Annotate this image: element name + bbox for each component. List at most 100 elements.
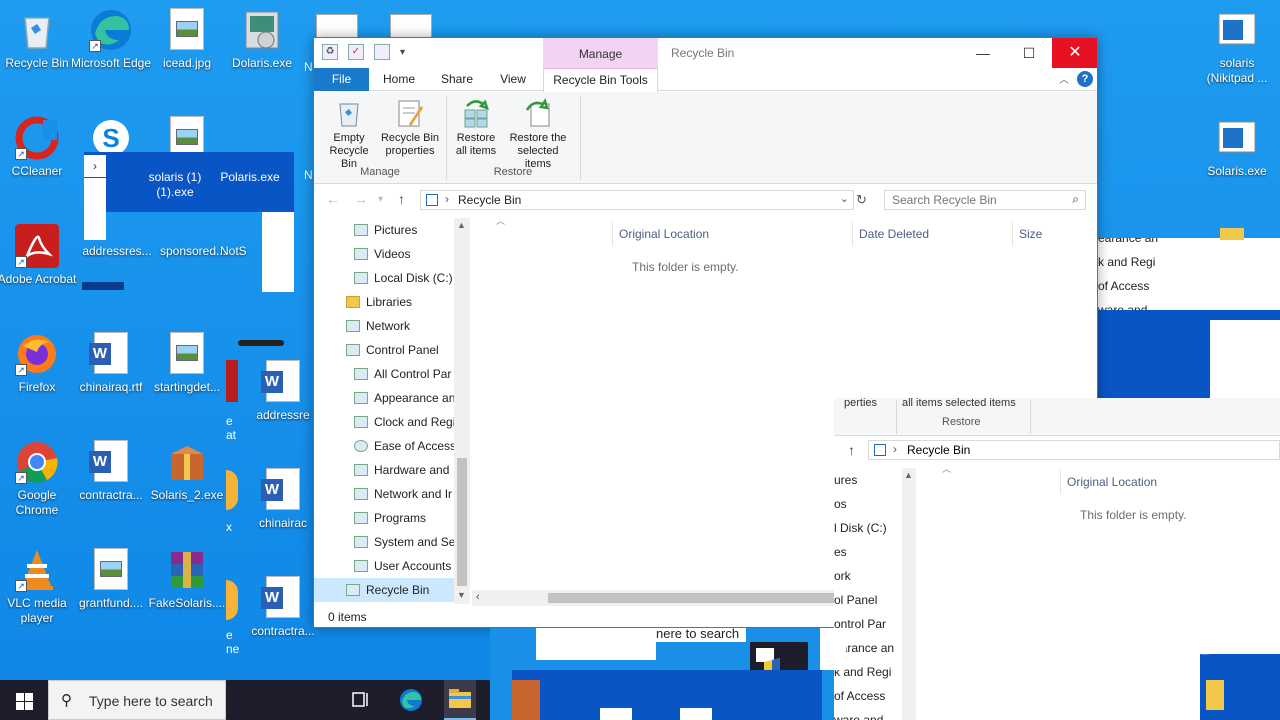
acrobat-icon: ↗ [15, 224, 59, 268]
start-button[interactable] [0, 680, 48, 720]
chevron-up-icon[interactable]: ▲ [457, 220, 466, 230]
desktop-icon-fakesolaris[interactable]: FakeSolaris.... [146, 548, 228, 611]
nav-item-local-disk[interactable]: Local Disk (C:) [314, 266, 454, 290]
desktop-icon-dolaris[interactable]: Dolaris.exe [221, 8, 303, 71]
nav-item-user-accounts[interactable]: User Accounts [314, 554, 454, 578]
recycle-bin-small-icon [426, 194, 438, 206]
nav-item-programs[interactable]: Programs [314, 506, 454, 530]
sort-caret-icon: ︿ [942, 464, 952, 474]
printer-icon [354, 464, 368, 476]
restore-all-items-button[interactable]: Restore all items [450, 98, 502, 158]
desktop-icon-solaris-1-1[interactable]: solaris (1) (1).exe [133, 170, 217, 200]
desktop-fragment: e [226, 414, 233, 428]
nav-item-control-panel[interactable]: Control Panel [314, 338, 454, 362]
recycle-bin-properties-button[interactable]: Recycle Bin properties [380, 98, 440, 158]
desktop-icon-startingdet[interactable]: startingdet... [146, 332, 228, 395]
empty-recycle-bin-button[interactable]: Empty Recycle Bin [320, 98, 378, 171]
desktop-icon-firefox[interactable]: ↗ Firefox [0, 332, 78, 395]
chevron-down-icon[interactable]: ▼ [457, 590, 466, 600]
glitch-block [84, 178, 106, 240]
restore-selected-items-button[interactable]: Restore the selected items [504, 98, 572, 171]
desktop-icon-addressre[interactable]: W addressre [242, 360, 324, 423]
desktop-icon-microsoft-edge[interactable]: ↗ Microsoft Edge [70, 8, 152, 71]
nav-item-pictures[interactable]: Pictures [314, 218, 454, 242]
nav-item-appearance[interactable]: Appearance an [314, 386, 454, 410]
scrollbar-thumb[interactable] [548, 593, 846, 603]
glitch-bar [82, 282, 124, 290]
nav-item-network-internet[interactable]: Network and Ir [314, 482, 454, 506]
clock-icon [354, 416, 368, 428]
desktop-icon-addressres[interactable]: addressres... [76, 244, 158, 259]
desktop-icon-icead[interactable]: icead.jpg [146, 8, 228, 71]
desktop-icon-google-chrome[interactable]: ↗ Google Chrome [0, 440, 78, 518]
chevron-left-icon[interactable]: ‹ [476, 591, 480, 603]
back-arrow-icon[interactable]: ← [326, 191, 340, 207]
glitch-block [820, 628, 846, 670]
tab-manage-context[interactable]: Manage [543, 38, 658, 70]
tab-file[interactable]: File [314, 68, 369, 91]
desktop-icon-chinairac[interactable]: W chinairac [242, 468, 324, 531]
edge-taskbar-icon[interactable] [398, 688, 424, 712]
desktop-icon-grantfund[interactable]: grantfund.... [70, 548, 152, 611]
nav-item-all-control-panel[interactable]: All Control Par [314, 362, 454, 386]
minimize-button[interactable]: — [960, 38, 1006, 68]
desktop-icon-contractra-2[interactable]: W contractra... [242, 576, 324, 639]
tab-share[interactable]: Share [434, 68, 480, 91]
desktop-icon-contractra[interactable]: W contractra... [70, 440, 152, 503]
column-date-deleted[interactable]: Date Deleted [852, 222, 1012, 246]
control-panel-icon [346, 344, 360, 356]
quick-access-toolbar: ♻ ✓ ▾ [322, 44, 405, 60]
help-icon[interactable]: ? [1077, 71, 1093, 87]
maximize-button[interactable]: ☐ [1006, 38, 1052, 68]
new-folder-icon[interactable] [374, 44, 390, 60]
nav-item-recycle-bin[interactable]: Recycle Bin [314, 578, 454, 602]
desktop-icon-recycle-bin[interactable]: Recycle Bin [0, 8, 78, 71]
desktop-icon-solaris-2[interactable]: Solaris_2.exe [146, 440, 228, 503]
skype-icon-ghost [96, 120, 138, 162]
search-input[interactable] [885, 191, 1065, 209]
desktop-icon-solaris[interactable]: Solaris.exe [1196, 116, 1278, 179]
address-box[interactable]: › Recycle Bin ⌄ [420, 190, 854, 210]
tab-recycle-bin-tools[interactable]: Recycle Bin Tools [543, 68, 658, 92]
column-size[interactable]: Size [1012, 222, 1092, 246]
nav-item-libraries[interactable]: Libraries [314, 290, 454, 314]
desktop-icon-solaris-nikitpad[interactable]: solaris (Nikitpad ... [1196, 8, 1278, 86]
tab-home[interactable]: Home [376, 68, 422, 91]
taskbar-search-box[interactable]: ⚲ Type here to search [48, 680, 226, 720]
horizontal-scrollbar[interactable]: ‹ [472, 590, 852, 606]
desktop-icon-polaris[interactable]: Polaris.exe [209, 170, 291, 185]
nav-item-hardware[interactable]: Hardware and [314, 458, 454, 482]
desktop-icon-ccleaner[interactable]: ↗ CCleaner [0, 116, 78, 179]
properties-check-icon[interactable]: ✓ [348, 44, 364, 60]
chevron-down-icon[interactable]: ▾ [400, 47, 405, 58]
nav-scrollbar[interactable]: ▲ ▼ [454, 218, 470, 604]
refresh-icon[interactable]: ↻ [856, 192, 867, 208]
nav-item-clock-region[interactable]: Clock and Regi [314, 410, 454, 434]
desktop-icon-adobe-acrobat[interactable]: ↗ Adobe Acrobat [0, 224, 78, 287]
nav-item-ease-of-access[interactable]: Ease of Access [314, 434, 454, 458]
file-explorer-taskbar-button[interactable] [444, 680, 476, 720]
close-button[interactable]: ✕ [1052, 38, 1097, 68]
up-arrow-icon[interactable]: ↑ [398, 191, 405, 207]
image-file-icon [170, 8, 204, 50]
ghost-taskbar-search-fragment: nere to search [656, 628, 746, 642]
glitch-bar [238, 340, 284, 346]
collapse-ribbon-icon[interactable]: ︿ [1059, 71, 1069, 86]
nav-item-system-security[interactable]: System and Sec [314, 530, 454, 554]
column-original-location[interactable]: Original Location [612, 222, 852, 246]
restore-selected-icon [523, 98, 553, 128]
task-view-icon[interactable] [348, 688, 374, 712]
search-box[interactable]: ⌕ [884, 190, 1086, 210]
scrollbar-thumb[interactable] [457, 458, 467, 586]
nav-item-network[interactable]: Network [314, 314, 454, 338]
folder-icon [1220, 228, 1244, 240]
address-bar-row: ← → ▾ ↑ › Recycle Bin ⌄ ↻ ⌕ [314, 188, 1097, 212]
tab-view[interactable]: View [490, 68, 536, 91]
desktop-icon-chinairaq[interactable]: W chinairaq.rtf [70, 332, 152, 395]
forward-arrow-icon[interactable]: → [354, 191, 368, 207]
nav-item-videos[interactable]: Videos [314, 242, 454, 266]
desktop-icon-vlc[interactable]: ↗ VLC media player [0, 548, 78, 626]
recent-locations-icon[interactable]: ▾ [378, 194, 383, 205]
chevron-down-icon[interactable]: ⌄ [840, 192, 849, 205]
restore-all-icon [461, 98, 491, 128]
